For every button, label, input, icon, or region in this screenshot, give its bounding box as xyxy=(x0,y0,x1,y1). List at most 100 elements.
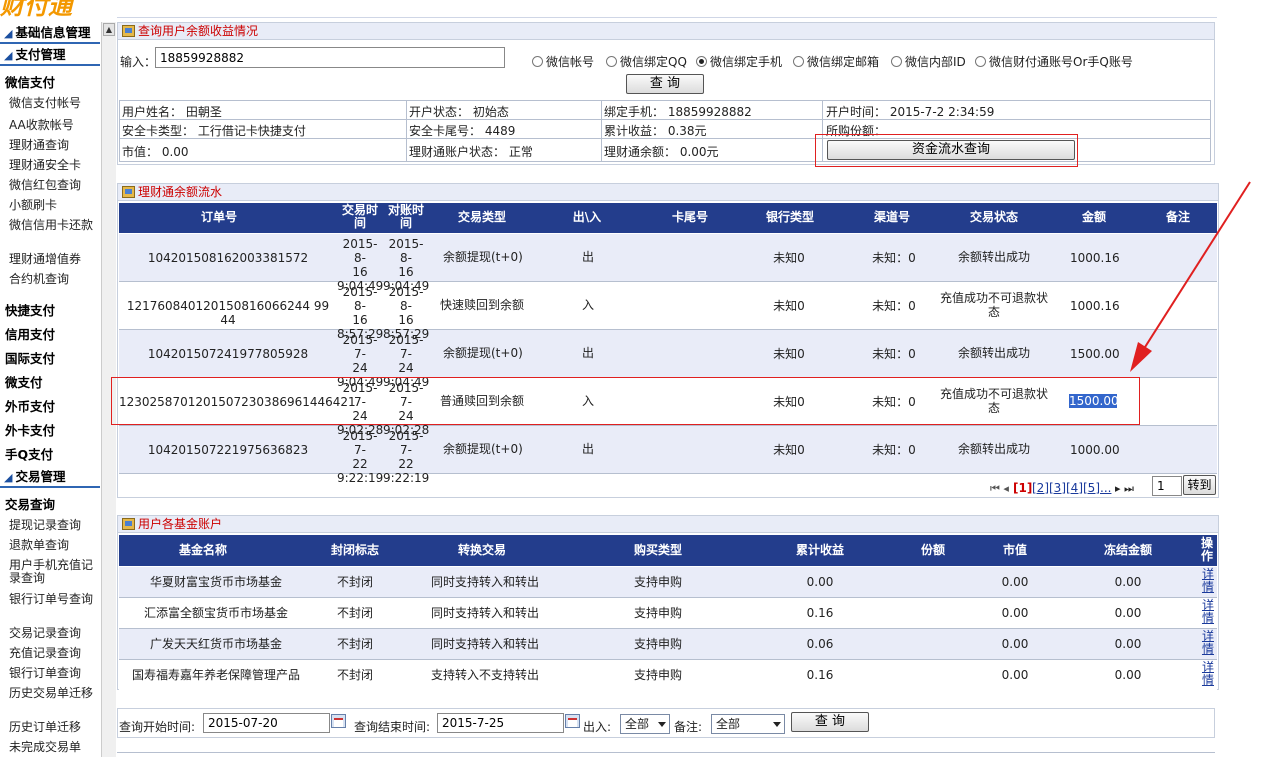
cell-type: 余额提现(t+0) xyxy=(443,442,523,456)
sidebar-section-basic[interactable]: ◢ 基础信息管理 xyxy=(0,24,100,44)
pager-page-4[interactable]: [4] xyxy=(1066,481,1083,495)
go-page-button[interactable]: 转到 xyxy=(1183,475,1216,495)
fund-frozen: 0.00 xyxy=(1114,637,1142,651)
sidebar-group-trade-query[interactable]: 交易查询 xyxy=(5,494,55,513)
sidebar-group[interactable]: 国际支付 xyxy=(5,348,55,367)
grid-line xyxy=(406,100,407,161)
sidebar-item[interactable]: AA收款帐号 xyxy=(9,119,93,132)
sidebar-item[interactable]: 充值记录查询 xyxy=(9,647,93,660)
sidebar-group[interactable]: 外卡支付 xyxy=(5,420,55,439)
fund-convert: 同时支持转入和转出 xyxy=(430,575,539,589)
cell-amount: 1000.00 xyxy=(1070,443,1120,457)
radio-icon[interactable] xyxy=(793,56,804,67)
cell-type: 余额提现(t+0) xyxy=(443,250,523,264)
col-convert: 转换交易 xyxy=(457,543,506,557)
sidebar-item[interactable]: 理财通增值券 xyxy=(9,253,93,266)
pager-last-icon[interactable]: ▸ ⏭ xyxy=(1115,482,1134,496)
fund-buy: 支持申购 xyxy=(633,606,682,620)
pager-page-2[interactable]: [2] xyxy=(1032,481,1049,495)
radio-checked-icon[interactable] xyxy=(696,56,707,67)
fund-detail-link[interactable]: 详情 xyxy=(1201,599,1215,625)
page-number-input[interactable] xyxy=(1152,476,1182,496)
sidebar-item[interactable]: 用户手机充值记录查询 xyxy=(9,559,93,585)
annotation-highlight-box xyxy=(111,377,1140,425)
filter-query-button[interactable]: 查 询 xyxy=(791,712,869,732)
remark-label: 备注: xyxy=(674,720,703,734)
fund-name: 广发天天红货币市场基金 xyxy=(149,637,282,651)
pager-page-5[interactable]: [5]... xyxy=(1083,481,1111,495)
fund-name: 国寿福寿嘉年养老保障管理产品 xyxy=(131,668,300,682)
radio-wechat-account[interactable]: 微信帐号 xyxy=(532,53,594,70)
sidebar-item[interactable]: 微信红包查询 xyxy=(9,179,93,192)
annotation-arrow-icon xyxy=(1130,181,1251,372)
cell-order: 104201508162003381572 xyxy=(147,251,309,265)
sidebar-item[interactable]: 退款单查询 xyxy=(9,539,93,552)
col-status: 交易状态 xyxy=(969,210,1018,224)
sidebar-item[interactable]: 提现记录查询 xyxy=(9,519,93,532)
radio-wechat-internal-id[interactable]: 微信内部ID xyxy=(891,53,966,70)
radio-icon[interactable] xyxy=(606,56,617,67)
cell-status: 余额转出成功 xyxy=(957,346,1030,360)
remark-select[interactable]: 全部 xyxy=(711,714,785,734)
sidebar-item[interactable]: 小额刷卡 xyxy=(9,199,93,212)
radio-wechat-email[interactable]: 微信绑定邮箱 xyxy=(793,53,879,70)
sidebar-item[interactable]: 交易记录查询 xyxy=(9,627,93,640)
sidebar-item[interactable]: 微信支付帐号 xyxy=(9,97,93,110)
io-select[interactable]: 全部 xyxy=(620,714,670,734)
sidebar-item[interactable]: 未完成交易单 xyxy=(9,741,93,754)
start-time-input[interactable] xyxy=(203,713,330,733)
sidebar-group[interactable]: 快捷支付 xyxy=(5,300,55,319)
account-input[interactable] xyxy=(155,47,505,68)
calendar-icon[interactable] xyxy=(331,714,346,728)
cell-io: 出 xyxy=(581,442,594,456)
pager-page-3[interactable]: [3] xyxy=(1049,481,1066,495)
radio-icon[interactable] xyxy=(975,56,986,67)
scroll-up-icon[interactable]: ▲ xyxy=(103,23,115,36)
calendar-icon[interactable] xyxy=(565,714,580,728)
fund-detail-link[interactable]: 详情 xyxy=(1201,661,1215,687)
fund-detail-link[interactable]: 详情 xyxy=(1201,630,1215,656)
sidebar-item[interactable]: 微信信用卡还款 xyxy=(9,219,93,232)
query-button[interactable]: 查 询 xyxy=(626,74,704,94)
sidebar-group[interactable]: 外币支付 xyxy=(5,396,55,415)
cell-check-time: 2015-7- 22 9:22:19 xyxy=(383,429,430,485)
query-panel-title: 查询用户余额收益情况 xyxy=(118,23,1214,40)
radio-tenpay-account[interactable]: 微信财付通账号Or手Q账号 xyxy=(975,53,1133,70)
fund-closed: 不封闭 xyxy=(336,668,373,682)
sidebar-group[interactable]: 微支付 xyxy=(5,372,43,391)
radio-wechat-phone[interactable]: 微信绑定手机 xyxy=(696,53,782,70)
fund-convert: 支持转入不支持转出 xyxy=(430,668,539,682)
cell-io: 入 xyxy=(581,298,594,312)
cell-type: 快速赎回到余额 xyxy=(440,298,525,312)
sidebar-item[interactable]: 合约机查询 xyxy=(9,273,93,286)
cell-channel: 未知：0 xyxy=(872,299,916,313)
sidebar-section-trade[interactable]: ◢ 交易管理 xyxy=(0,468,100,488)
fund-market: 0.00 xyxy=(1001,637,1029,651)
cell-bank: 未知0 xyxy=(773,443,805,457)
sidebar-item[interactable]: 银行订单查询 xyxy=(9,667,93,680)
sidebar-item[interactable]: 理财通查询 xyxy=(9,139,93,152)
radio-icon[interactable] xyxy=(532,56,543,67)
end-time-input[interactable] xyxy=(437,713,564,733)
sidebar-item[interactable]: 银行订单号查询 xyxy=(9,593,93,606)
card-tail: 安全卡尾号： 4489 xyxy=(409,124,516,138)
radio-wechat-qq[interactable]: 微信绑定QQ xyxy=(606,53,687,70)
col-trade-type: 交易类型 xyxy=(457,210,506,224)
sidebar-group[interactable]: 信用支付 xyxy=(5,324,55,343)
radio-icon[interactable] xyxy=(891,56,902,67)
col-channel: 渠道号 xyxy=(873,210,910,224)
cell-channel: 未知：0 xyxy=(872,251,916,265)
sidebar-group-wechat-pay[interactable]: 微信支付 xyxy=(5,72,55,91)
fund-detail-link[interactable]: 详情 xyxy=(1201,568,1215,594)
sidebar-item[interactable]: 理财通安全卡 xyxy=(9,159,93,172)
sidebar-group[interactable]: 手Q支付 xyxy=(5,444,53,463)
col-fund-name: 基金名称 xyxy=(178,543,227,557)
cell-type: 余额提现(t+0) xyxy=(443,346,523,360)
cell-io: 出 xyxy=(581,250,594,264)
sidebar-section-pay[interactable]: ◢ 支付管理 xyxy=(0,46,100,66)
sidebar-item[interactable]: 历史订单迁移 xyxy=(9,721,93,734)
folder-icon xyxy=(122,25,135,37)
sidebar-item[interactable]: 历史交易单迁移 xyxy=(9,687,93,700)
cell-status: 余额转出成功 xyxy=(957,442,1030,456)
pager-first-icon[interactable]: ⏮ ◂ xyxy=(990,482,1009,496)
